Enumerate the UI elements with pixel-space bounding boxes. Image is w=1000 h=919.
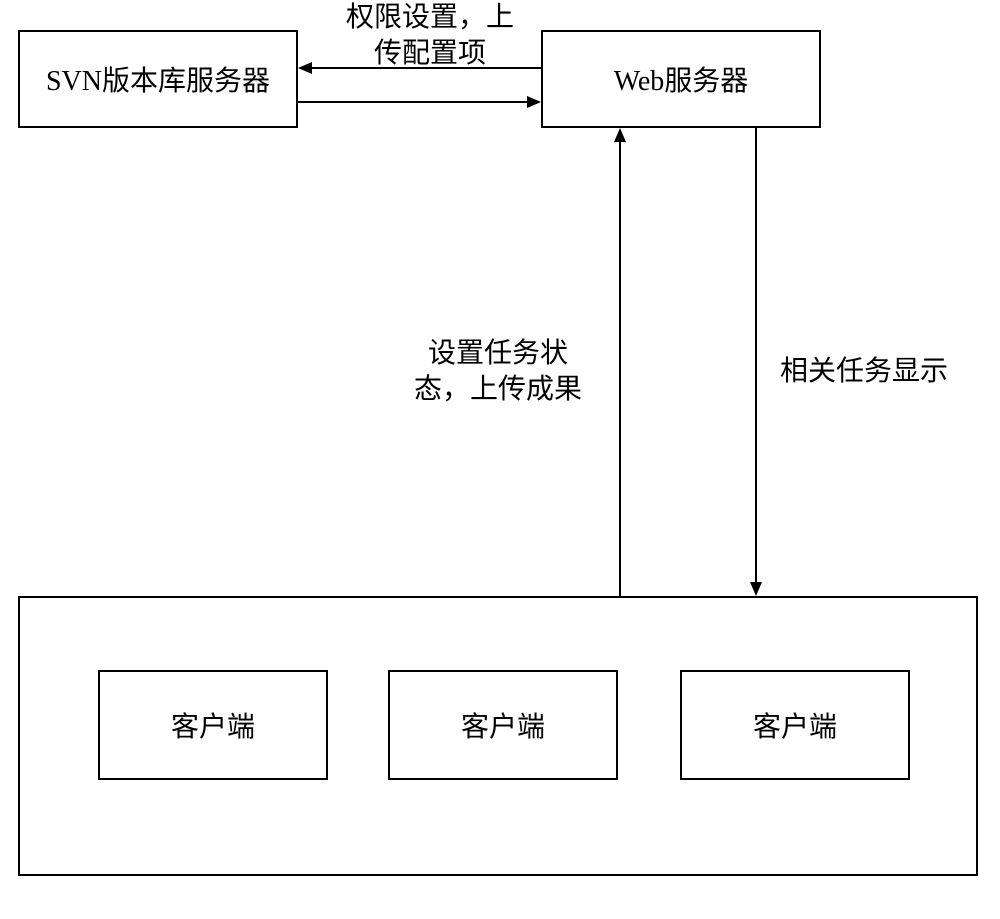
mid-left-arrow-label-line1: 设置任务状 [398,336,598,372]
client-box-2: 客户端 [388,670,618,780]
svn-server-label: SVN版本库服务器 [46,59,270,99]
client-1-label: 客户端 [171,705,255,745]
diagram-canvas: SVN版本库服务器 Web服务器 客户端 客户端 客户端 权限设置，上 传配置项… [0,0,1000,919]
mid-right-arrow-label-text: 相关任务显示 [780,356,948,387]
clients-container: 客户端 客户端 客户端 [18,596,978,876]
mid-left-arrow-label-line2: 态，上传成果 [398,372,598,408]
client-box-3: 客户端 [680,670,910,780]
mid-right-arrow-label: 相关任务显示 [764,354,964,390]
svn-server-box: SVN版本库服务器 [18,30,298,128]
top-arrow-label-line1: 权限设置，上 [330,0,530,36]
client-3-label: 客户端 [753,705,837,745]
client-box-1: 客户端 [98,670,328,780]
web-server-box: Web服务器 [541,30,821,128]
top-arrow-label: 权限设置，上 传配置项 [330,0,530,73]
mid-left-arrow-label: 设置任务状 态，上传成果 [398,336,598,409]
client-2-label: 客户端 [461,705,545,745]
top-arrow-label-line2: 传配置项 [330,36,530,72]
web-server-label: Web服务器 [614,59,749,99]
